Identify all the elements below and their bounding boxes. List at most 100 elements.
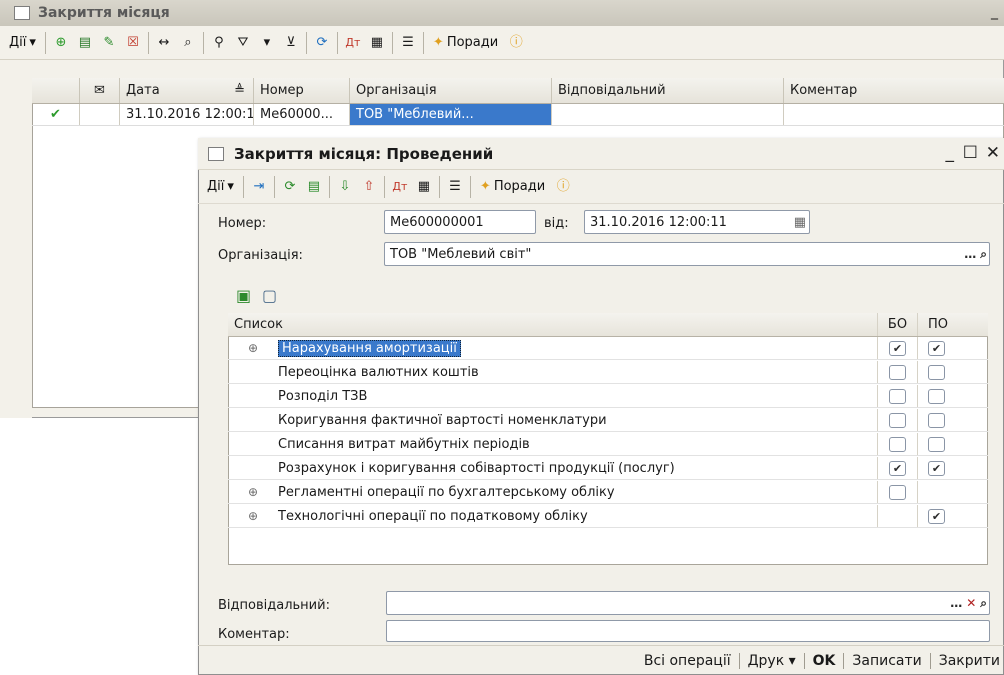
post-icon[interactable]: ⇩ (336, 178, 354, 196)
copy-icon[interactable]: ▤ (76, 34, 94, 52)
minimize-icon[interactable]: _ (946, 143, 955, 163)
uncheck-all-icon[interactable]: ▢ (262, 286, 277, 305)
operations-table-header: Список БО ПО (228, 313, 988, 337)
background-toolbar: Дії ▾ ⊕ ▤ ✎ ☒ ↔ ⌕ ⚲ ⛛ ▾ ⊻ ⟳ Дт ▦ ☰ ✦ Порад… (0, 26, 1004, 60)
maximize-icon[interactable]: ☐ (963, 143, 978, 163)
report-icon[interactable]: ▦ (415, 178, 433, 196)
filter-list-icon[interactable]: ▾ (258, 34, 276, 52)
table-row[interactable]: Списання витрат майбутніх періодів (228, 433, 988, 456)
open-icon[interactable]: ⌕ (980, 247, 987, 262)
help-icon[interactable]: ⓘ (507, 34, 525, 52)
dialog-footer: Всі операції Друк ▾ OK Записати Закрити (198, 645, 1004, 675)
tips-button[interactable]: ✦ Поради (477, 179, 548, 194)
date-field[interactable]: 31.10.2016 12:00:11 ▦ (584, 210, 810, 234)
dialog-title: Закриття місяця: Проведений (234, 144, 494, 163)
refresh-icon[interactable]: ⟳ (281, 178, 299, 196)
responsible-column-header[interactable]: Відповідальний (552, 78, 784, 103)
table-row[interactable]: Переоцінка валютних коштів (228, 361, 988, 384)
number-field[interactable]: Ме600000001 (384, 210, 536, 234)
bo-checkbox[interactable] (889, 412, 906, 428)
bo-checkbox[interactable] (889, 388, 906, 404)
po-checkbox[interactable]: ✔ (928, 508, 945, 524)
select-icon[interactable]: … (950, 596, 962, 610)
list-settings-icon[interactable]: ☰ (399, 34, 417, 52)
copy-icon[interactable]: ▤ (305, 178, 323, 196)
list-settings-icon[interactable]: ☰ (446, 178, 464, 196)
po-column-header: ПО (928, 317, 949, 332)
table-row[interactable]: Розподіл ТЗВ (228, 385, 988, 408)
select-icon[interactable]: … (964, 247, 976, 261)
operation-name: Нарахування амортизації (278, 339, 461, 357)
comment-column-header[interactable]: Коментар (784, 78, 1004, 103)
operation-name: Розрахунок і коригування собівартості пр… (278, 460, 675, 476)
actions-menu-button[interactable]: Дії ▾ (204, 179, 237, 194)
table-row[interactable]: ✔ 31.10.2016 12:00:11 Ме60000... ТОВ "Ме… (32, 104, 1004, 126)
dt-kt-icon[interactable]: Дт (391, 178, 409, 196)
background-window-title: Закриття місяця (38, 5, 170, 21)
organization-field[interactable]: ТОВ "Меблевий світ" … ⌕ (384, 242, 990, 266)
table-row[interactable]: ⊕ Нарахування амортизації ✔ ✔ (228, 337, 988, 360)
post-and-close-icon[interactable]: ⇥ (250, 178, 268, 196)
minimize-icon[interactable]: _ (991, 4, 998, 20)
clear-icon[interactable]: ✕ (966, 596, 976, 610)
dt-kt-icon[interactable]: Дт (344, 34, 362, 52)
table-row[interactable]: Розрахунок і коригування собівартості пр… (228, 457, 988, 480)
po-checkbox[interactable]: ✔ (928, 460, 945, 476)
dialog-toolbar: Дії ▾ ⇥ ⟳ ▤ ⇩ ⇧ Дт ▦ ☰ ✦ Поради ⓘ (198, 170, 1004, 204)
table-row[interactable]: ⊕ Регламентні операції по бухгалтерському… (228, 481, 988, 504)
organization-cell: ТОВ "Меблевий... (350, 104, 552, 125)
bo-checkbox[interactable] (889, 364, 906, 380)
bo-column-header: БО (878, 313, 918, 336)
edit-icon[interactable]: ✎ (100, 34, 118, 52)
organization-column-header[interactable]: Організація (350, 78, 552, 103)
tips-button[interactable]: ✦ Поради (430, 35, 501, 50)
po-checkbox[interactable] (928, 388, 945, 404)
find-icon[interactable]: ⌕ (179, 34, 197, 52)
operation-name: Технологічні операції по податковому обл… (278, 508, 588, 524)
po-checkbox[interactable] (928, 436, 945, 452)
po-checkbox[interactable]: ✔ (928, 340, 945, 356)
close-icon[interactable]: ✕ (986, 143, 1000, 163)
expand-icon[interactable]: ⊕ (228, 509, 278, 523)
help-icon[interactable]: ⓘ (554, 178, 572, 196)
clear-filter-icon[interactable]: ⊻ (282, 34, 300, 52)
bo-checkbox[interactable]: ✔ (889, 340, 906, 356)
filter-settings-icon[interactable]: ⚲ (210, 34, 228, 52)
expand-icon[interactable]: ⊕ (228, 485, 278, 499)
window-icon (208, 146, 224, 161)
print-button[interactable]: Друк ▾ (748, 653, 796, 669)
check-all-icon[interactable]: ▣ (236, 286, 251, 305)
comment-field[interactable] (386, 620, 990, 642)
unpost-icon[interactable]: ⇧ (360, 178, 378, 196)
delete-icon[interactable]: ☒ (124, 34, 142, 52)
po-checkbox[interactable] (928, 412, 945, 428)
actions-menu-button[interactable]: Дії ▾ (6, 35, 39, 50)
number-column-header[interactable]: Номер (254, 78, 350, 103)
filter-icon[interactable]: ⛛ (234, 34, 252, 52)
po-checkbox[interactable] (928, 364, 945, 380)
expand-icon[interactable]: ⊕ (228, 341, 278, 355)
date-column-header[interactable]: Дата ≜ (120, 78, 254, 103)
calendar-icon[interactable]: ▦ (794, 215, 806, 230)
posted-document-icon: ✔ (32, 104, 80, 125)
open-icon[interactable]: ⌕ (980, 596, 987, 611)
responsible-field[interactable]: … ✕ ⌕ (386, 591, 990, 615)
report-icon[interactable]: ▦ (368, 34, 386, 52)
bo-checkbox[interactable] (889, 436, 906, 452)
documents-list-header: ✉ Дата ≜ Номер Організація Відповідальний… (32, 78, 1004, 104)
sort-icon: ≜ (234, 83, 245, 98)
save-button[interactable]: Записати (852, 653, 921, 669)
dialog-title-bar: Закриття місяця: Проведений _ ☐ ✕ (198, 138, 1004, 170)
expand-icon[interactable]: ↔ (155, 34, 173, 52)
bo-checkbox[interactable]: ✔ (889, 460, 906, 476)
table-row[interactable]: Коригування фактичної вартості номенклат… (228, 409, 988, 432)
status-column-header (32, 78, 80, 103)
add-icon[interactable]: ⊕ (52, 34, 70, 52)
refresh-icon[interactable]: ⟳ (313, 34, 331, 52)
all-operations-button[interactable]: Всі операції (644, 653, 731, 669)
ok-button[interactable]: OK (813, 653, 836, 669)
close-button[interactable]: Закрити (939, 653, 1000, 669)
operation-name: Коригування фактичної вартості номенклат… (278, 412, 607, 428)
bo-checkbox[interactable] (889, 484, 906, 500)
table-row[interactable]: ⊕ Технологічні операції по податковому об… (228, 505, 988, 528)
